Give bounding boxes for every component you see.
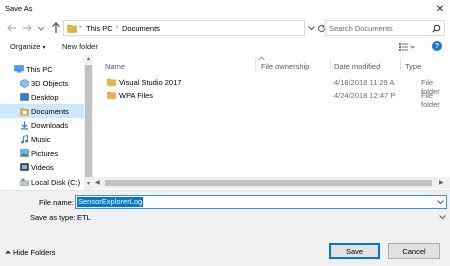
sidebar-item-music[interactable]: Music (0, 132, 84, 146)
sidebar-item-local-disk[interactable]: Local Disk (C:) (0, 175, 84, 189)
table-row[interactable]: Visual Studio 2017 4/18/2018 11:29 A Fil… (94, 76, 450, 96)
save-button[interactable]: Save (329, 243, 380, 259)
column-header-type[interactable]: Type (405, 62, 421, 71)
scroll-down-icon[interactable]: ▼ (84, 181, 93, 189)
search-icon (432, 24, 441, 33)
drive-icon (20, 178, 29, 186)
breadcrumb-separator: › (116, 24, 119, 31)
arrow-left-icon (7, 24, 16, 32)
breadcrumb-this-pc[interactable]: This PC (86, 24, 113, 33)
help-button[interactable]: ? (432, 41, 442, 51)
chevron-down-icon (37, 26, 45, 31)
sidebar-item-label: Pictures (31, 149, 59, 158)
organize-label: Organize (10, 42, 41, 51)
save-type-label: Save as type: (30, 213, 76, 222)
scroll-left-icon[interactable]: ◀ (95, 179, 100, 186)
scrollbar-thumb[interactable] (105, 180, 432, 186)
sidebar-item-label: Documents (31, 107, 69, 116)
sidebar-item-label: 3D Objects (31, 79, 69, 88)
folder-icon (67, 24, 77, 33)
navigation-scrollbar[interactable]: ▲ ▼ (84, 55, 93, 190)
sidebar-item-videos[interactable]: Videos (0, 160, 84, 174)
arrow-up-icon (52, 22, 60, 33)
column-header-date-modified[interactable]: Date modified (334, 62, 380, 71)
file-name-field[interactable]: SensorExplorerLog (75, 195, 447, 209)
chevron-down-icon (308, 25, 315, 30)
sidebar-item-label: Downloads (31, 121, 69, 130)
sidebar-item-label: Local Disk (C:) (31, 178, 81, 187)
chevron-down-icon[interactable] (439, 215, 446, 220)
sidebar-item-3d-objects[interactable]: 3D Objects (0, 76, 84, 90)
forward-button[interactable] (21, 22, 33, 34)
view-details-icon (399, 43, 415, 51)
file-date: 4/24/2018 12:47 P (334, 91, 396, 100)
file-name: WPA Files (119, 91, 154, 100)
sidebar-item-downloads[interactable]: Downloads (0, 118, 84, 132)
address-bar[interactable]: › This PC › Documents (63, 20, 305, 36)
cancel-button[interactable]: Cancel (388, 243, 440, 259)
pictures-folder-icon (20, 149, 29, 157)
sidebar-item-label: Music (31, 135, 51, 144)
scroll-right-icon[interactable]: ▶ (439, 179, 444, 186)
save-type-select[interactable]: ETL (77, 213, 91, 222)
window-title: Save As (5, 4, 33, 13)
sort-ascending-icon (258, 56, 265, 61)
close-icon: ✕ (435, 3, 445, 15)
folder-icon (107, 91, 116, 99)
desktop-folder-icon (20, 93, 29, 101)
file-name-label: File name: (39, 198, 75, 207)
documents-folder-icon (20, 108, 29, 116)
change-view-button[interactable] (398, 41, 416, 52)
chevron-down-icon: ▾ (42, 45, 46, 51)
dialog-footer: Hide Folders Save Cancel (0, 228, 450, 266)
sidebar-item-this-pc[interactable]: This PC (0, 62, 84, 76)
help-icon: ? (434, 42, 440, 50)
organize-button[interactable]: Organize ▾ (10, 42, 46, 51)
column-header-file-ownership[interactable]: File ownership (261, 62, 309, 71)
search-box[interactable] (325, 20, 445, 36)
videos-folder-icon (20, 163, 29, 171)
chevron-up-icon (5, 250, 11, 254)
scrollbar-thumb[interactable] (85, 65, 92, 177)
recent-locations-button[interactable] (37, 22, 45, 34)
music-folder-icon (21, 135, 28, 144)
file-list: Name File ownership Date modified Type V… (93, 55, 450, 190)
file-type: File folder (421, 91, 440, 109)
horizontal-scrollbar[interactable]: ◀ ▶ (93, 177, 450, 189)
back-button[interactable] (6, 22, 18, 34)
scroll-up-icon[interactable]: ▲ (84, 56, 93, 64)
sidebar-item-label: Videos (31, 163, 54, 172)
sidebar-item-pictures[interactable]: Pictures (0, 146, 84, 160)
table-row[interactable]: WPA Files 4/24/2018 12:47 P File folder (94, 89, 450, 109)
folder-icon (107, 78, 116, 86)
column-divider[interactable] (255, 58, 256, 72)
file-name-value[interactable]: SensorExplorerLog (77, 197, 144, 207)
column-divider[interactable] (400, 58, 401, 72)
computer-icon (14, 65, 24, 73)
address-dropdown-button[interactable] (307, 20, 316, 36)
arrow-right-icon (23, 24, 32, 32)
save-form: File name: SensorExplorerLog Save as typ… (0, 190, 450, 229)
cube-folder-icon (20, 79, 29, 88)
sidebar-item-label: Desktop (31, 93, 59, 102)
sidebar-item-documents[interactable]: Documents (0, 104, 84, 118)
column-divider[interactable] (330, 58, 331, 72)
command-bar: Organize ▾ New folder ? (0, 38, 450, 55)
file-name: Visual Studio 2017 (119, 78, 182, 87)
search-input[interactable] (329, 23, 425, 33)
chevron-down-icon[interactable] (437, 200, 444, 205)
title-bar: Save As ✕ (0, 0, 450, 19)
up-button[interactable] (50, 21, 62, 34)
download-folder-icon (21, 121, 28, 130)
sidebar-item-desktop[interactable]: Desktop (0, 90, 84, 104)
sidebar-item-label: This PC (26, 65, 53, 74)
hide-folders-label: Hide Folders (13, 248, 56, 257)
close-button[interactable]: ✕ (432, 1, 448, 17)
column-header-name[interactable]: Name (105, 62, 125, 71)
breadcrumb-documents[interactable]: Documents (122, 24, 160, 33)
file-date: 4/18/2018 11:29 A (334, 78, 395, 87)
breadcrumb-separator: › (79, 24, 82, 31)
new-folder-button[interactable]: New folder (62, 42, 98, 51)
navigation-pane: This PC 3D Objects Desktop Documents Dow… (0, 55, 93, 190)
